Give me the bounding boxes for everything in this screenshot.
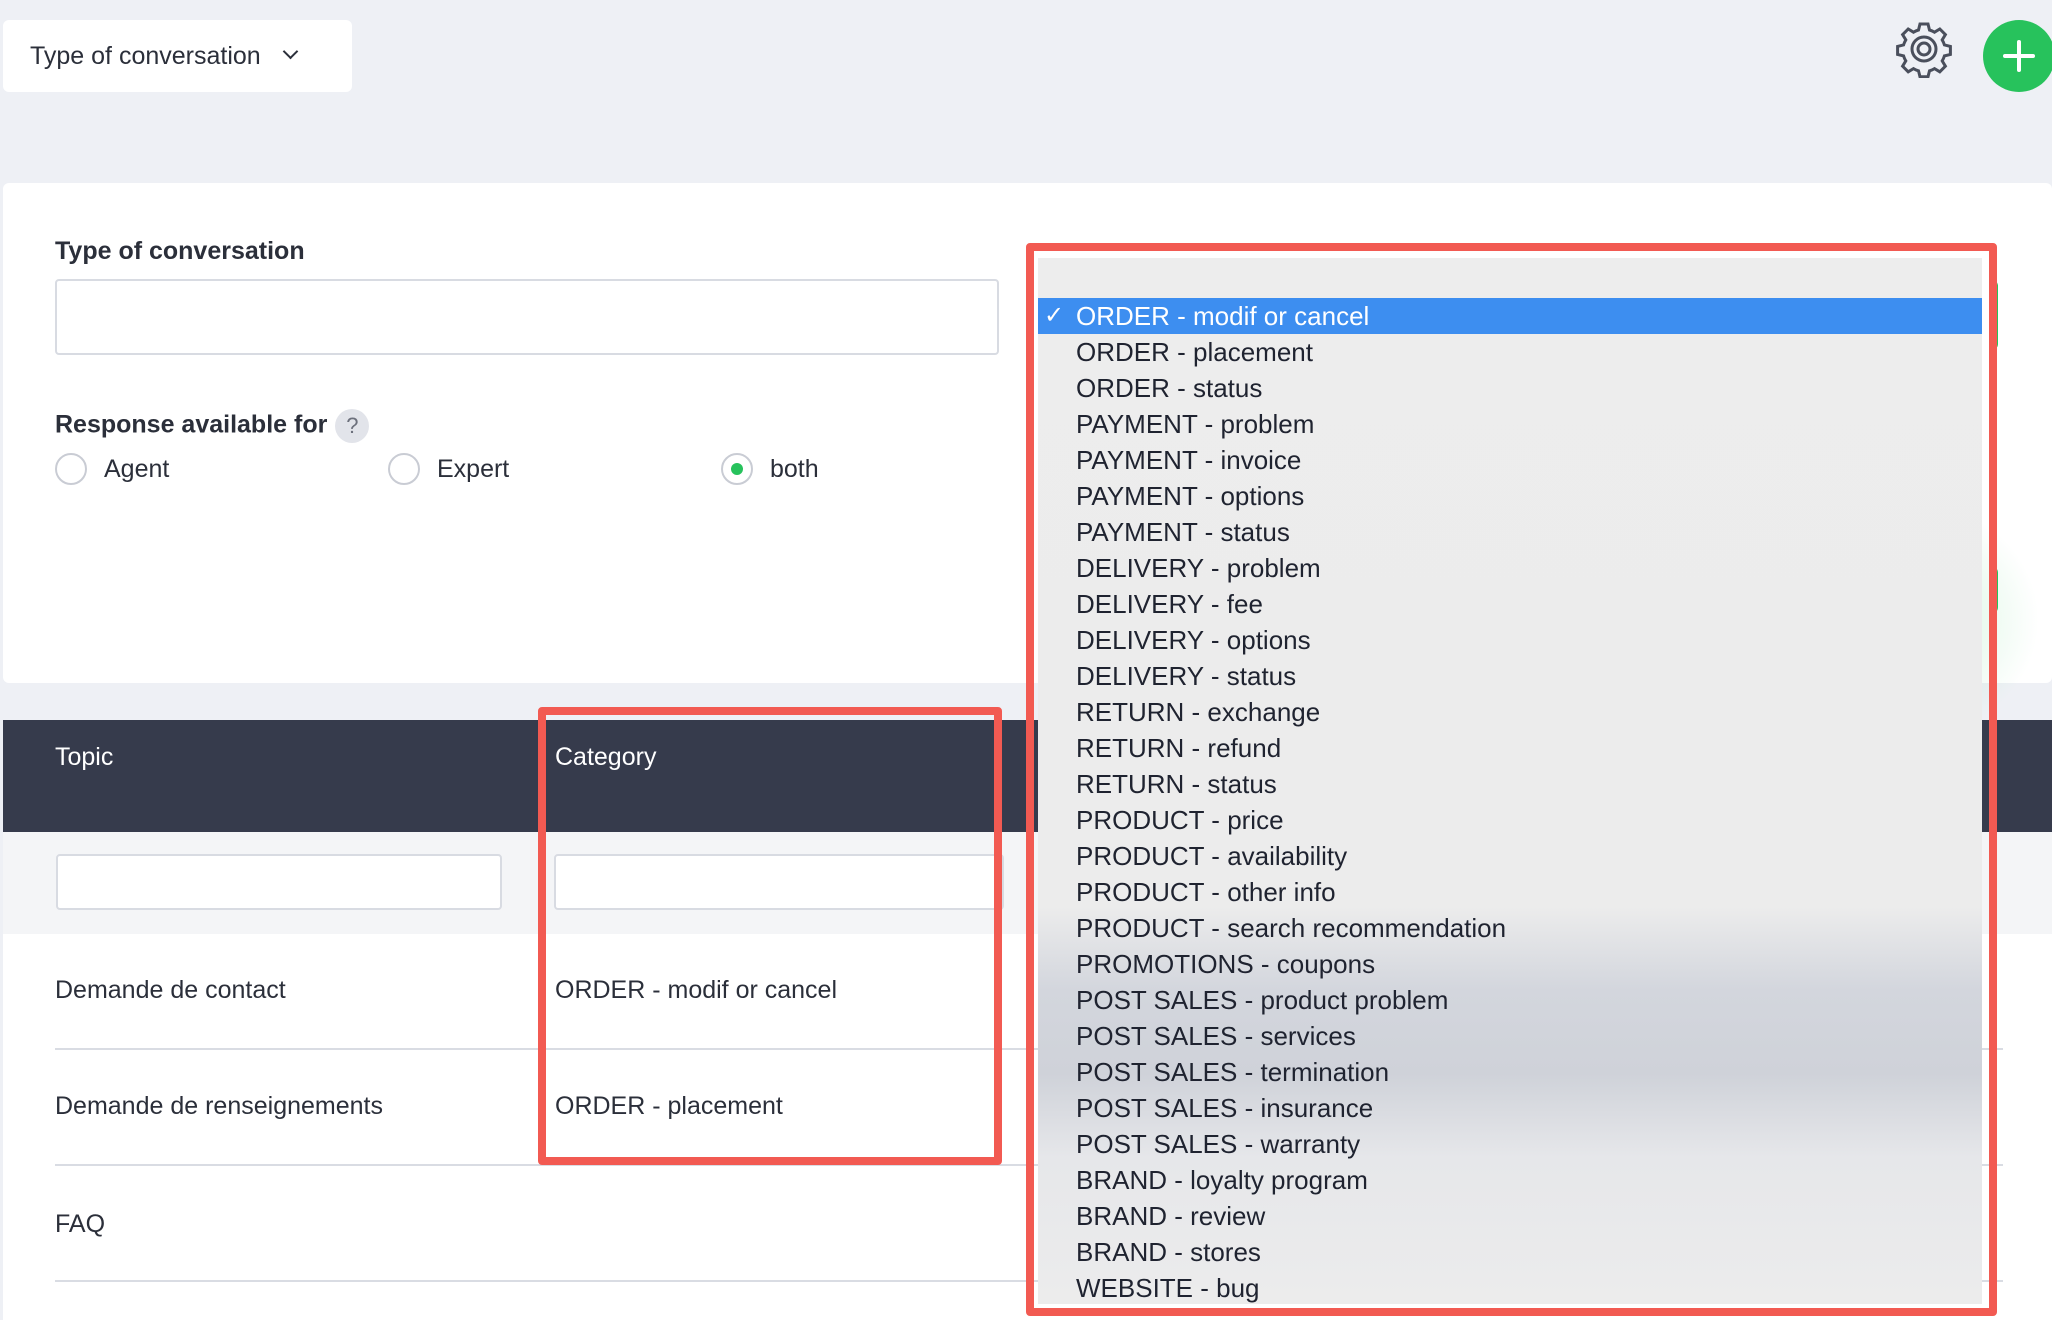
add-button[interactable] — [1983, 20, 2052, 92]
type-of-conversation-input[interactable] — [55, 279, 999, 355]
filter-label: Type of conversation — [30, 41, 261, 70]
radio-agent[interactable]: Agent — [55, 453, 169, 485]
radio-circle[interactable] — [388, 453, 420, 485]
radio-label: Agent — [104, 454, 170, 483]
response-label-text: Response available for — [55, 410, 328, 439]
topic-filter-input[interactable] — [56, 854, 502, 910]
radio-both[interactable]: both — [721, 453, 819, 485]
radio-label: Expert — [437, 454, 510, 483]
type-of-conversation-filter[interactable]: Type of conversation — [3, 20, 352, 92]
gear-icon[interactable] — [1895, 20, 1953, 78]
radio-expert[interactable]: Expert — [388, 453, 509, 485]
chevron-down-icon — [283, 46, 297, 60]
row-topic: Demande de renseignements — [55, 1092, 383, 1120]
annotation-box-category — [538, 707, 1002, 1165]
annotation-box-dropdown — [1026, 243, 1997, 1316]
column-topic[interactable]: Topic — [55, 743, 113, 772]
radio-circle[interactable] — [55, 453, 87, 485]
row-topic: Demande de contact — [55, 976, 286, 1004]
type-field-label: Type of conversation — [55, 237, 305, 265]
radio-label: both — [770, 454, 819, 483]
row-topic: FAQ — [55, 1210, 106, 1238]
help-icon[interactable]: ? — [335, 409, 370, 443]
response-available-label: Response available for? — [55, 409, 370, 443]
radio-circle-checked[interactable] — [721, 453, 753, 485]
